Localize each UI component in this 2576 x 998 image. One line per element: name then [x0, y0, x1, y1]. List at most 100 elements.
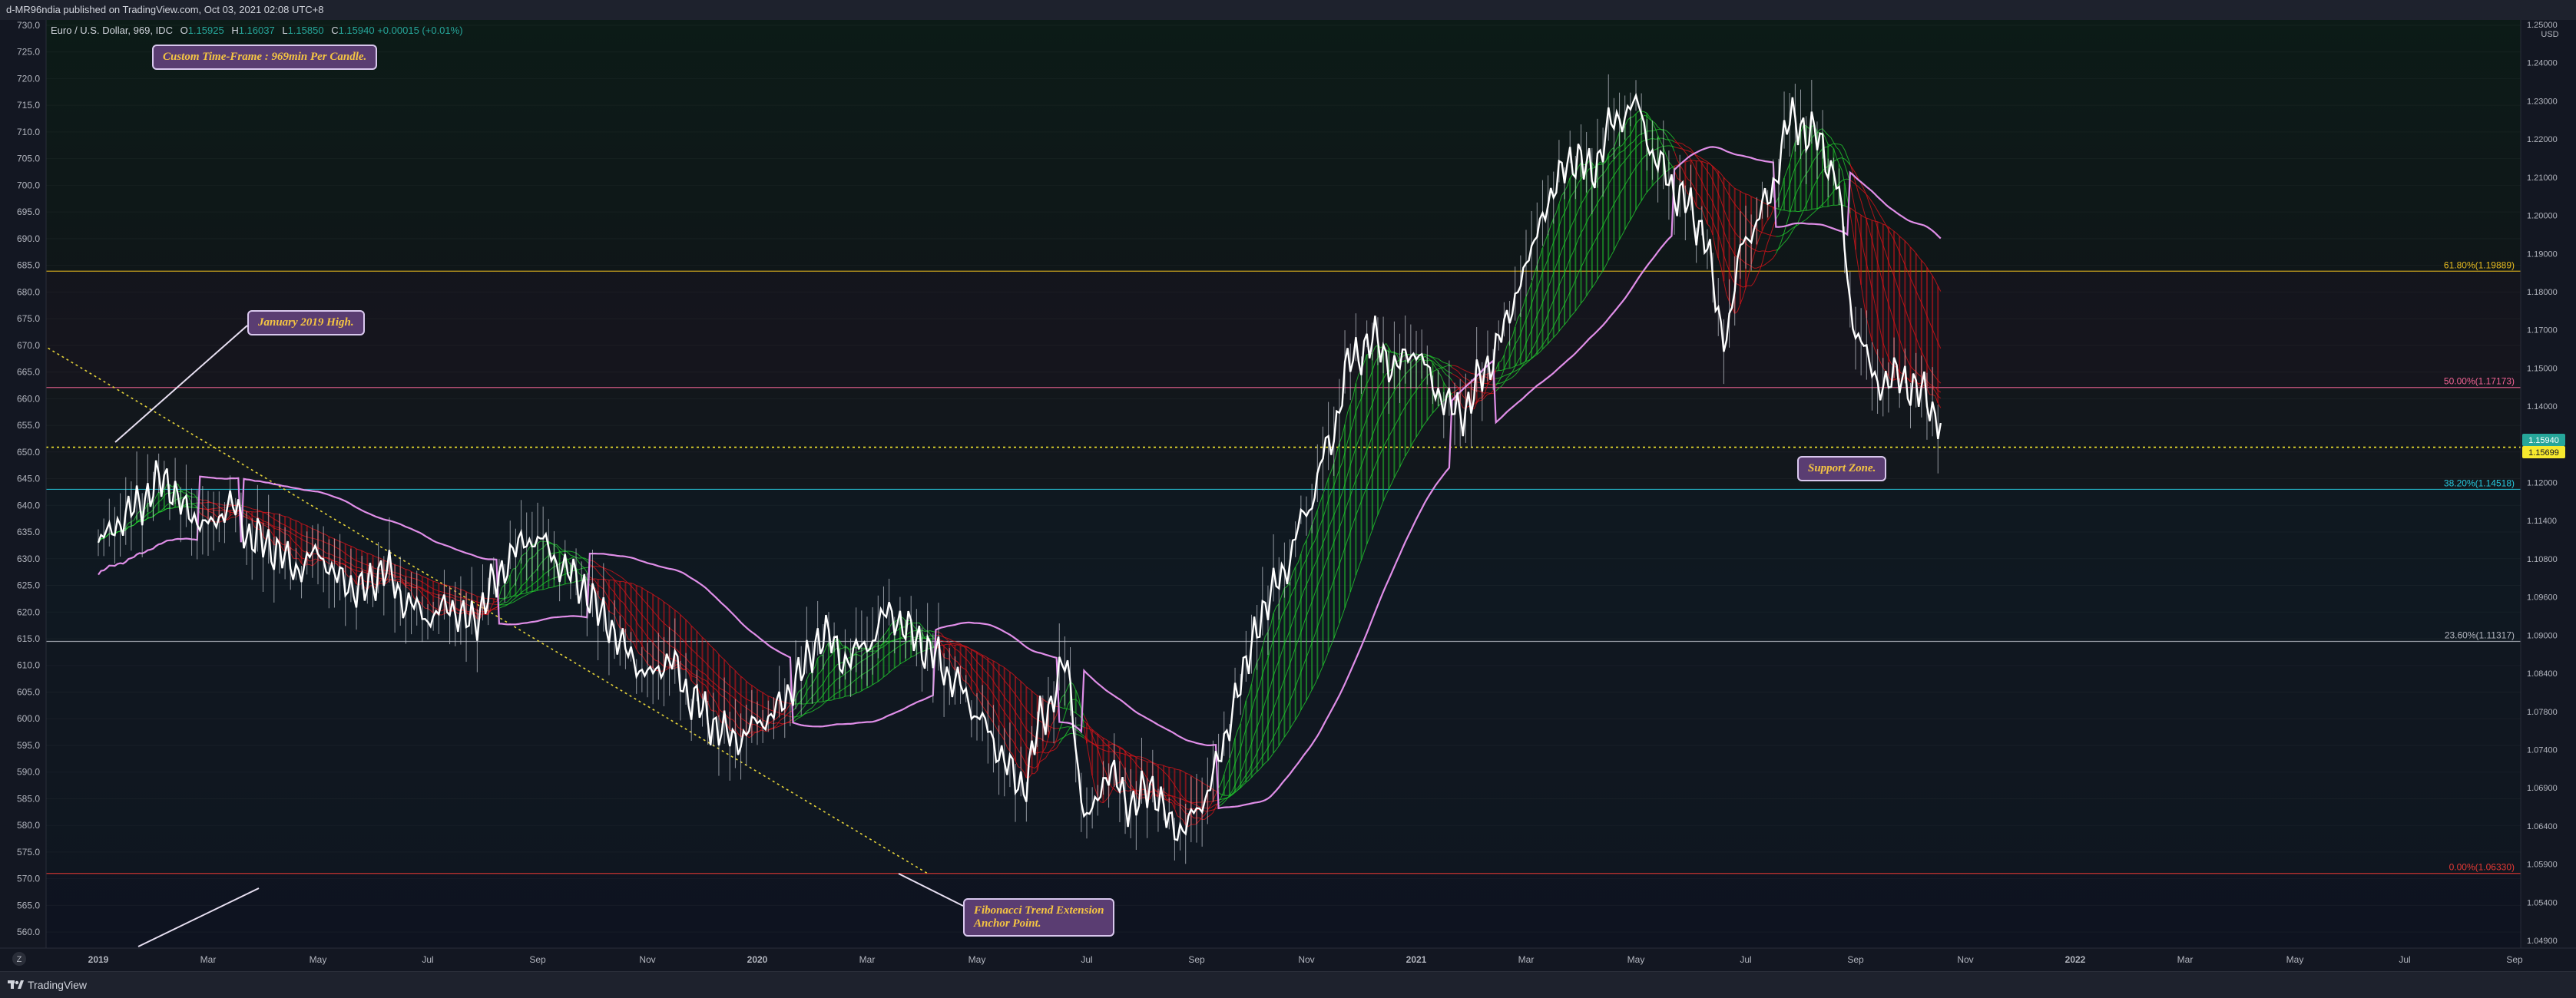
fib-band [46, 641, 2521, 873]
ribbon-line [1479, 400, 1482, 401]
right-tick-label: 1.05900 [2527, 861, 2558, 870]
price-chart[interactable]: 61.80%(1.19889)50.00%(1.17173)38.20%(1.1… [0, 20, 2576, 971]
ribbon-line [395, 581, 398, 582]
high-value: 1.16037 [239, 25, 275, 36]
left-tick-label: 700.0 [17, 180, 40, 190]
jan-2019-high-note: January 2019 High. [247, 310, 365, 335]
right-tick-label: 1.07400 [2527, 745, 2558, 755]
right-tick-label: 1.15000 [2527, 364, 2558, 373]
ribbon-line [205, 502, 208, 503]
left-tick-label: 625.0 [17, 580, 40, 591]
ribbon-line [255, 510, 258, 511]
left-tick-label: 650.0 [17, 447, 40, 458]
left-tick-label: 560.0 [17, 927, 40, 937]
fib-band [46, 489, 2521, 641]
right-tick-label: 1.20000 [2527, 212, 2558, 221]
left-tick-label: 675.0 [17, 313, 40, 324]
left-tick-label: 660.0 [17, 393, 40, 404]
ribbon-line [1836, 205, 1839, 206]
ribbon-line [1120, 753, 1123, 754]
price-tags: 1.159401.15699 [2522, 434, 2565, 458]
tradingview-brand[interactable]: TradingView [28, 979, 87, 991]
time-tick-label: Jul [422, 954, 433, 965]
ribbon-line [557, 585, 560, 586]
ribbon-line [1131, 755, 1134, 756]
time-tick-label: Sep [2506, 954, 2523, 965]
publish-header: d-MR96ndia published on TradingView.com,… [0, 0, 2576, 21]
ribbon-line [839, 648, 843, 649]
right-tick-label: 1.12000 [2527, 479, 2558, 488]
ribbon-line [1787, 211, 1790, 212]
right-tick-label: 1.11400 [2527, 517, 2557, 526]
ribbon-line [859, 651, 862, 652]
right-tick-label: 1.23000 [2527, 97, 2558, 106]
fib-label: 38.20%(1.14518) [2444, 478, 2515, 488]
left-tick-label: 655.0 [17, 420, 40, 431]
ribbon-line [447, 596, 450, 597]
ribbon-line [356, 571, 359, 572]
left-tick-label: 695.0 [17, 207, 40, 217]
low-value: 1.15850 [288, 25, 324, 36]
ribbon-line [1699, 209, 1702, 210]
right-tick-label: 1.06900 [2527, 784, 2558, 793]
left-tick-label: 715.0 [17, 100, 40, 111]
open-value: 1.15925 [188, 25, 224, 36]
left-price-axis[interactable]: 730.0725.0720.0715.0710.0705.0700.0695.0… [17, 20, 40, 937]
left-tick-label: 710.0 [17, 127, 40, 137]
time-tick-label: Sep [529, 954, 546, 965]
ribbon-line [590, 579, 593, 580]
right-tick-label: 1.08400 [2527, 669, 2558, 679]
right-tick-label: 1.22000 [2527, 135, 2558, 144]
ribbon-line [310, 538, 313, 539]
time-tick-label: Nov [1957, 954, 1973, 965]
axis-unit: USD [2541, 30, 2558, 39]
ribbon-line [760, 730, 763, 731]
left-tick-label: 645.0 [17, 474, 40, 484]
time-tick-label: Mar [2177, 954, 2194, 965]
time-tick-label: May [2286, 954, 2304, 965]
right-tick-label: 1.07800 [2527, 708, 2558, 717]
right-tick-label: 1.05400 [2527, 898, 2558, 907]
right-tick-label: 1.06400 [2527, 822, 2558, 831]
timeframe-note: Custom Time-Frame : 969min Per Candle. [152, 45, 377, 70]
ribbon-line [548, 587, 551, 588]
time-tick-label: May [310, 954, 327, 965]
ribbon-line [1169, 767, 1172, 768]
fib-anchor-line1: Fibonacci Trend Extension [974, 904, 1104, 917]
fib-label: 50.00%(1.17173) [2444, 376, 2515, 387]
left-tick-label: 730.0 [17, 20, 40, 31]
ribbon-line [565, 551, 568, 552]
time-tick-label: Jul [1081, 954, 1092, 965]
left-tick-label: 690.0 [17, 233, 40, 244]
left-tick-label: 670.0 [17, 340, 40, 351]
ribbon-line [194, 507, 197, 508]
right-tick-label: 1.25000 [2527, 21, 2558, 30]
left-tick-label: 635.0 [17, 527, 40, 537]
time-tick-label: Mar [859, 954, 876, 965]
tradingview-logo-icon[interactable] [8, 977, 25, 993]
time-tick-label: Nov [1298, 954, 1314, 965]
ribbon-line [425, 608, 428, 609]
time-tick-label: May [1627, 954, 1645, 965]
ribbon-line [1117, 752, 1120, 753]
ribbon-line [1496, 371, 1499, 372]
ribbon-line [101, 538, 104, 539]
high-label: H [231, 25, 238, 36]
ribbon-line [1065, 727, 1068, 728]
ribbon-line [266, 524, 269, 525]
ribbon-line [510, 596, 513, 597]
left-tick-label: 575.0 [17, 847, 40, 858]
ribbon-line [1650, 139, 1653, 140]
fib-label: 23.60%(1.11317) [2445, 630, 2515, 640]
ribbon-line [1839, 158, 1843, 159]
ribbon-line [1038, 738, 1041, 739]
ribbon-line [562, 550, 565, 551]
time-tick-label: 2020 [747, 954, 768, 965]
ribbon-line [505, 604, 508, 605]
left-tick-label: 630.0 [17, 554, 40, 564]
right-tick-label: 1.24000 [2527, 59, 2558, 68]
ribbon-line [458, 597, 461, 598]
right-tick-label: 1.10800 [2527, 555, 2558, 564]
ribbon-line [768, 729, 771, 730]
support-zone-note: Support Zone. [1797, 456, 1886, 481]
